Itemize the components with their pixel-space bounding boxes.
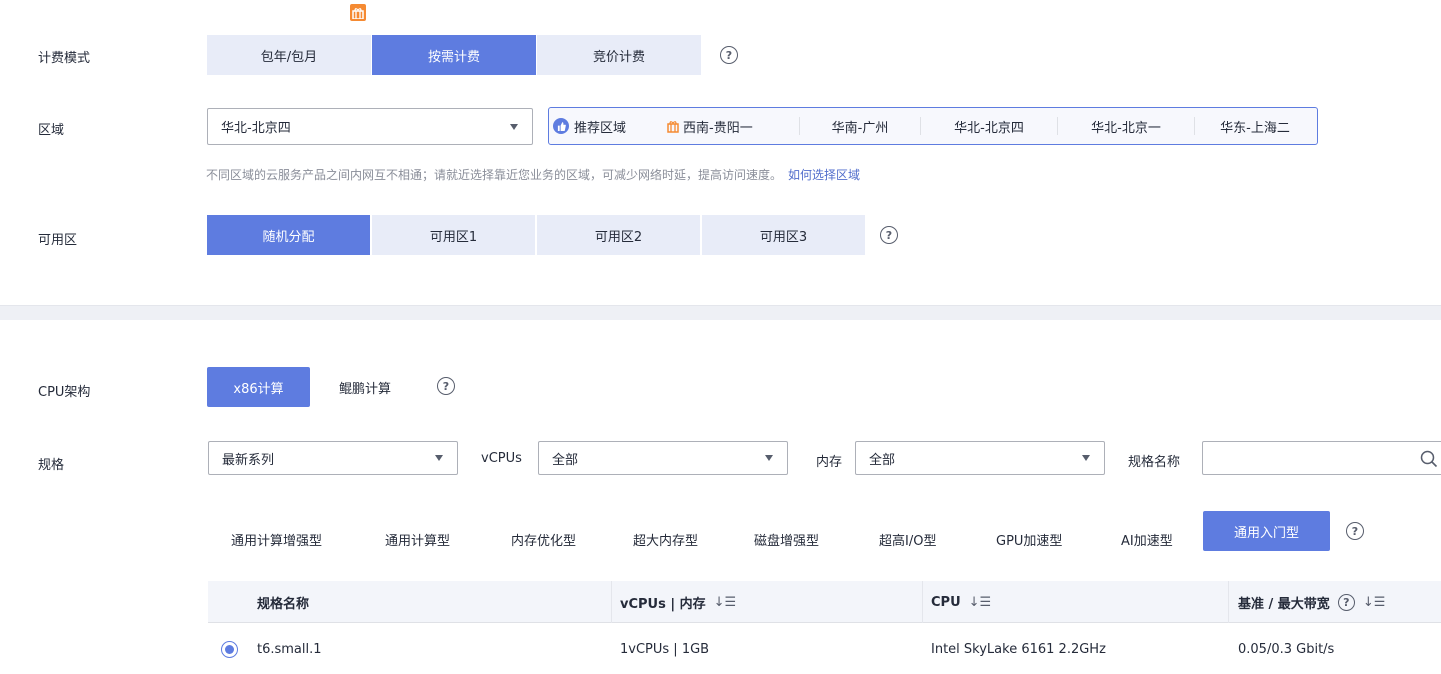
cell-cpu: Intel SkyLake 6161 2.2GHz bbox=[931, 642, 1106, 657]
chevron-down-icon bbox=[510, 124, 518, 130]
gift-icon bbox=[667, 119, 679, 133]
spec-type-large-memory[interactable]: 超大内存型 bbox=[633, 530, 698, 549]
bandwidth-help-icon[interactable]: ? bbox=[1337, 593, 1355, 611]
billing-option-label: 按需计费 bbox=[427, 49, 480, 65]
region-option-label: 华北-北京一 bbox=[1091, 120, 1161, 136]
cell-spec-name: t6.small.1 bbox=[257, 642, 322, 657]
spec-type-label: 通用入门型 bbox=[1233, 525, 1299, 541]
az-label: 可用区 bbox=[38, 233, 78, 248]
memory-select-value: 全部 bbox=[869, 452, 896, 468]
az-help-icon[interactable]: ? bbox=[880, 226, 898, 244]
region-select-value: 华北-北京四 bbox=[221, 121, 291, 136]
spec-type-help-icon[interactable]: ? bbox=[1346, 522, 1364, 540]
az-option-3[interactable]: 可用区3 bbox=[702, 215, 865, 255]
sort-icon[interactable]: ↓☰ bbox=[969, 595, 992, 610]
az-option-label: 可用区3 bbox=[759, 229, 808, 245]
region-option-beijing1[interactable]: 华北-北京一 bbox=[1058, 108, 1194, 144]
series-select[interactable]: 最新系列 bbox=[208, 441, 458, 475]
region-option-label: 华北-北京四 bbox=[954, 120, 1024, 136]
spec-name-search-input[interactable] bbox=[1202, 441, 1441, 475]
az-option-label: 可用区2 bbox=[594, 229, 643, 245]
region-option-beijing4[interactable]: 华北-北京四 bbox=[921, 108, 1057, 144]
vcpus-select[interactable]: 全部 bbox=[538, 441, 788, 475]
recommended-regions: 推荐区域 西南-贵阳一 华南-广州 华北-北京四 华北-北京一 华东-上海二 bbox=[548, 107, 1318, 145]
spec-type-disk-enhanced[interactable]: 磁盘增强型 bbox=[754, 530, 819, 549]
cpu-arch-x86-button[interactable]: x86计算 bbox=[207, 367, 310, 407]
vcpus-select-value: 全部 bbox=[552, 452, 579, 468]
region-label: 区域 bbox=[38, 123, 65, 138]
cpu-arch-help-icon[interactable]: ? bbox=[437, 377, 455, 395]
column-header-label: 基准 / 最大带宽 bbox=[1238, 596, 1330, 612]
spec-label: 规格 bbox=[38, 458, 65, 473]
region-option-shanghai2[interactable]: 华东-上海二 bbox=[1195, 108, 1315, 144]
spec-type-entry-level[interactable]: 通用入门型 bbox=[1203, 511, 1330, 551]
region-select[interactable]: 华北-北京四 bbox=[207, 108, 533, 145]
how-to-choose-region-link[interactable]: 如何选择区域 bbox=[788, 168, 860, 182]
column-header-label: 规格名称 bbox=[257, 596, 310, 612]
spec-type-memory-optimized[interactable]: 内存优化型 bbox=[511, 530, 576, 549]
spec-type-ai[interactable]: AI加速型 bbox=[1121, 530, 1173, 549]
section-divider bbox=[0, 305, 1441, 320]
region-option-label: 西南-贵阳一 bbox=[683, 120, 753, 136]
column-header-spec-name: 规格名称 bbox=[257, 581, 309, 623]
cpu-arch-label: CPU架构 bbox=[38, 385, 91, 400]
spec-type-general[interactable]: 通用计算型 bbox=[385, 530, 450, 549]
memory-filter-label: 内存 bbox=[816, 455, 843, 470]
az-option-2[interactable]: 可用区2 bbox=[537, 215, 700, 255]
thumbs-up-icon bbox=[553, 118, 569, 134]
spec-type-gpu[interactable]: GPU加速型 bbox=[996, 530, 1062, 549]
series-select-value: 最新系列 bbox=[222, 452, 275, 468]
chevron-down-icon bbox=[1082, 455, 1090, 461]
column-header-cpu[interactable]: CPU ↓☰ bbox=[931, 581, 991, 623]
column-divider bbox=[922, 581, 923, 623]
column-header-bandwidth[interactable]: 基准 / 最大带宽 ? ↓☰ bbox=[1238, 581, 1385, 623]
memory-select[interactable]: 全部 bbox=[855, 441, 1105, 475]
cpu-arch-option-label: 鲲鹏计算 bbox=[338, 381, 391, 397]
region-option-label: 华南-广州 bbox=[831, 120, 889, 136]
gift-icon bbox=[350, 4, 366, 21]
az-option-label: 随机分配 bbox=[262, 229, 315, 245]
cpu-arch-kunpeng-button[interactable]: 鲲鹏计算 bbox=[325, 367, 405, 407]
row-radio[interactable] bbox=[221, 641, 238, 658]
search-icon[interactable] bbox=[1420, 450, 1438, 472]
chevron-down-icon bbox=[435, 455, 443, 461]
billing-option-label: 竞价计费 bbox=[592, 49, 645, 65]
az-option-1[interactable]: 可用区1 bbox=[372, 215, 535, 255]
recommend-region-tag: 推荐区域 bbox=[549, 108, 667, 144]
chevron-down-icon bbox=[765, 455, 773, 461]
region-hint: 不同区域的云服务产品之间内网互不相通；请就近选择靠近您业务的区域，可减少网络时延… bbox=[206, 166, 860, 183]
cell-vcpus-memory: 1vCPUs | 1GB bbox=[620, 642, 710, 657]
column-header-label: CPU bbox=[931, 594, 961, 610]
billing-mode-label: 计费模式 bbox=[38, 51, 91, 66]
az-option-label: 可用区1 bbox=[429, 229, 478, 245]
billing-help-icon[interactable]: ? bbox=[720, 46, 738, 64]
sort-icon[interactable]: ↓☰ bbox=[1363, 595, 1386, 610]
column-divider bbox=[611, 581, 612, 623]
sort-icon[interactable]: ↓☰ bbox=[714, 595, 737, 610]
spec-type-general-enhanced[interactable]: 通用计算增强型 bbox=[231, 530, 322, 549]
region-option-label: 华东-上海二 bbox=[1220, 120, 1290, 136]
billing-option-label: 包年/包月 bbox=[260, 49, 318, 65]
radio-dot bbox=[225, 645, 234, 654]
column-header-vcpus-memory[interactable]: vCPUs | 内存 ↓☰ bbox=[620, 581, 736, 623]
recommend-region-label: 推荐区域 bbox=[574, 120, 627, 136]
region-hint-text: 不同区域的云服务产品之间内网互不相通；请就近选择靠近您业务的区域，可减少网络时延… bbox=[206, 168, 783, 182]
az-option-random[interactable]: 随机分配 bbox=[207, 215, 370, 255]
region-option-guangzhou[interactable]: 华南-广州 bbox=[800, 108, 920, 144]
region-option-guiyang[interactable]: 西南-贵阳一 bbox=[667, 108, 799, 144]
cell-bandwidth: 0.05/0.3 Gbit/s bbox=[1238, 642, 1335, 657]
spec-table-header: 规格名称 vCPUs | 内存 ↓☰ CPU ↓☰ 基准 / 最大带宽 ? ↓☰ bbox=[208, 581, 1441, 623]
spec-name-filter-label: 规格名称 bbox=[1128, 455, 1181, 470]
cpu-arch-option-label: x86计算 bbox=[233, 381, 284, 397]
column-divider bbox=[1228, 581, 1229, 623]
vcpus-filter-label: vCPUs bbox=[481, 451, 522, 466]
billing-option-spot[interactable]: 竞价计费 bbox=[537, 35, 701, 75]
billing-option-yearly-monthly[interactable]: 包年/包月 bbox=[207, 35, 371, 75]
billing-option-pay-per-use[interactable]: 按需计费 bbox=[372, 35, 536, 75]
spec-type-high-io[interactable]: 超高I/O型 bbox=[879, 530, 936, 549]
column-header-label: vCPUs | 内存 bbox=[620, 596, 706, 612]
